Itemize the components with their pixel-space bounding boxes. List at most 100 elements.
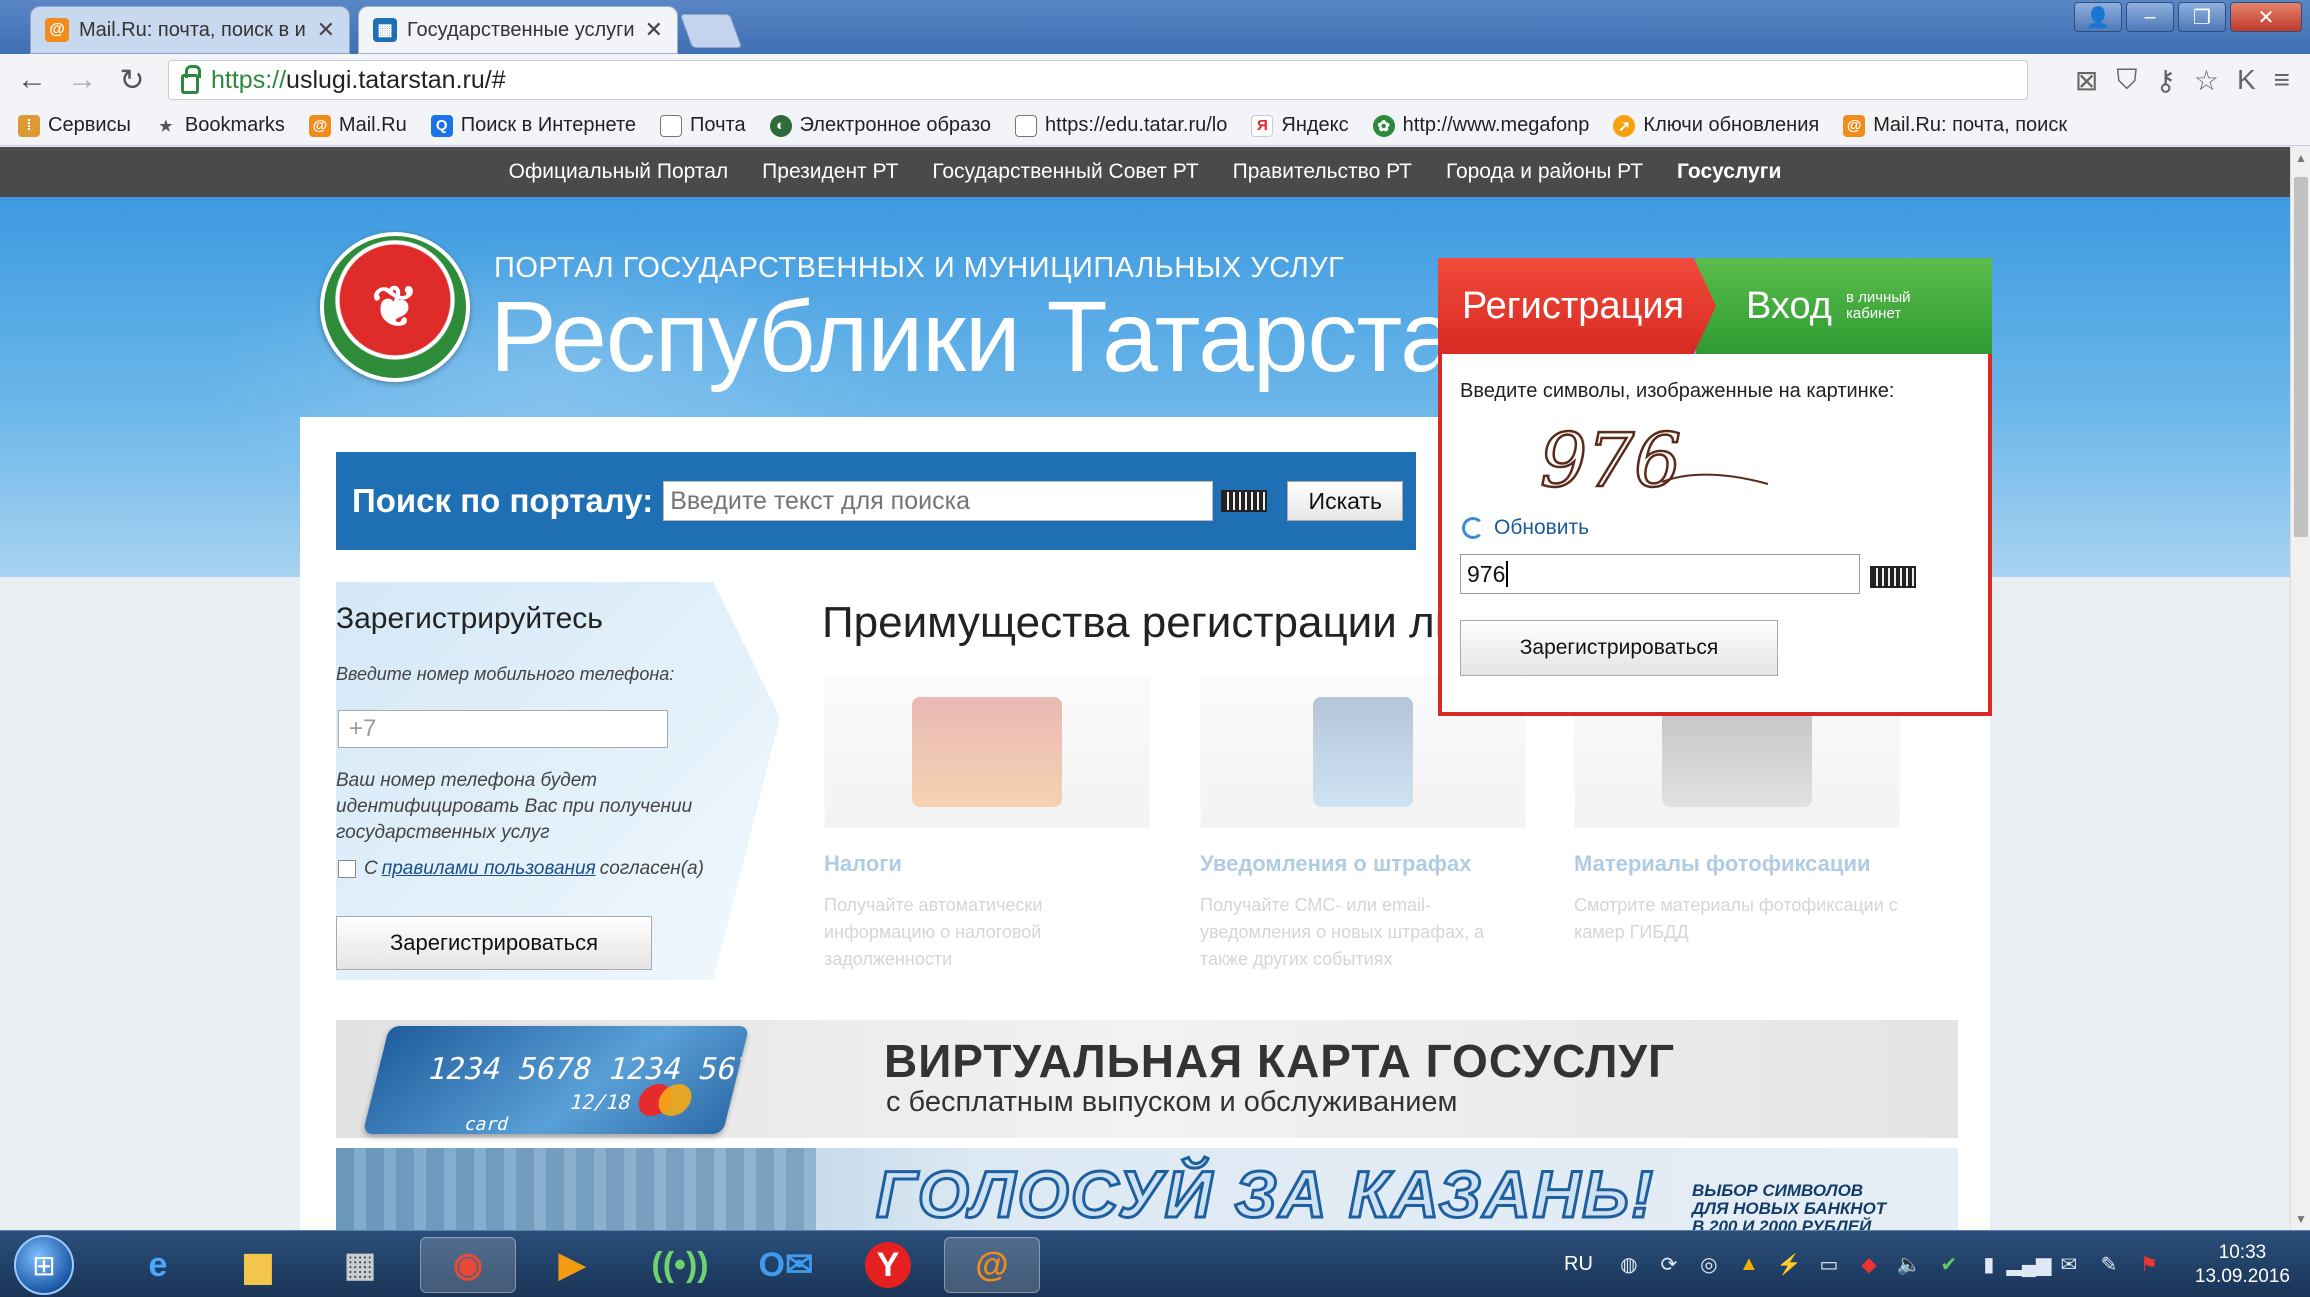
virtual-card-banner[interactable]: 1234 5678 1234 5678 12/18 card ВИРТУАЛЬН… xyxy=(336,1020,1958,1138)
bookmark-mail[interactable]: Почта xyxy=(660,114,746,137)
terms-agreement: С правилами пользования согласен(а) xyxy=(338,858,704,880)
signal-icon[interactable]: ▂▄▆ xyxy=(2006,1253,2051,1277)
terms-checkbox[interactable] xyxy=(338,860,356,878)
ie-icon[interactable]: e xyxy=(110,1237,206,1293)
language-indicator[interactable]: RU xyxy=(1564,1253,1593,1276)
bookmark-search[interactable]: Q Поиск в Интернете xyxy=(430,114,636,137)
scroll-thumb[interactable] xyxy=(2294,177,2308,537)
network-tray-icon[interactable]: ◍ xyxy=(1617,1253,1641,1277)
address-toolbar: ← → ↻ https://uslugi.tatarstan.ru/# ⊠ ⛉ … xyxy=(0,54,2310,106)
page-scrollbar[interactable]: ▲ ▼ xyxy=(2290,147,2310,1230)
register-panel: Зарегистрируйтесь Введите номер мобильно… xyxy=(336,582,780,980)
browser-tray-icon[interactable]: ◎ xyxy=(1697,1253,1721,1277)
virtual-keyboard-icon[interactable] xyxy=(1221,490,1268,512)
window-close-button[interactable]: ✕ xyxy=(2230,2,2302,32)
forward-icon[interactable]: → xyxy=(64,62,100,98)
auth-tabs: Вход в личный кабинет Регистрация xyxy=(1438,258,1992,354)
phone-input[interactable]: +7 xyxy=(338,710,668,748)
nav-government[interactable]: Правительство РТ xyxy=(1233,160,1412,184)
yandex-browser-icon[interactable]: Y xyxy=(840,1237,936,1293)
security-icon[interactable]: ◆ xyxy=(1857,1253,1881,1277)
benefit-photo[interactable]: Материалы фотофиксации Смотрите материал… xyxy=(1574,676,1900,946)
monitor-icon[interactable]: ▭ xyxy=(1817,1253,1841,1277)
system-tray: RU ◍ ⟳ ◎ ▲ ⚡ ▭ ◆ 🔈 ✔ ▮ ▂▄▆ ✉ ✎ ⚑ 10:33 1… xyxy=(1564,1231,2290,1297)
reload-icon[interactable]: ↻ xyxy=(114,62,150,98)
mailru-icon: @ xyxy=(1843,114,1866,137)
close-icon[interactable]: ✕ xyxy=(317,17,335,43)
nav-cities[interactable]: Города и районы РТ xyxy=(1446,160,1643,184)
star-icon[interactable]: ☆ xyxy=(2194,64,2219,97)
bookmark-edu-tatar[interactable]: https://edu.tatar.ru/lo xyxy=(1015,114,1227,137)
start-icon[interactable]: ⊞ xyxy=(14,1235,74,1295)
vote-kazan-banner[interactable]: ГОЛОСУЙ ЗА КАЗАНЬ! ВЫБОР СИМВОЛОВ ДЛЯ НО… xyxy=(336,1148,1958,1230)
nav-official-portal[interactable]: Официальный Портал xyxy=(509,160,729,184)
back-icon[interactable]: ← xyxy=(14,62,50,98)
minimize-button[interactable]: – xyxy=(2126,2,2174,32)
new-tab-button[interactable] xyxy=(679,14,743,48)
blocked-popup-icon[interactable]: ⊠ xyxy=(2075,64,2098,97)
calculator-icon[interactable]: ▦ xyxy=(312,1237,408,1293)
volume-icon[interactable]: 🔈 xyxy=(1896,1253,1921,1277)
scroll-down-icon[interactable]: ▼ xyxy=(2295,1212,2307,1226)
mail-tray-icon[interactable]: ✉ xyxy=(2057,1253,2081,1277)
menu-icon[interactable]: ≡ xyxy=(2274,64,2290,97)
search-button[interactable]: Искать xyxy=(1287,481,1404,521)
key-icon[interactable]: ⚷ xyxy=(2155,64,2176,97)
bookmark-yandex[interactable]: Я Яндекс xyxy=(1251,114,1349,137)
tab-login[interactable]: Вход в личный кабинет xyxy=(1696,258,1992,354)
maximize-button[interactable]: ❐ xyxy=(2178,2,2226,32)
bookmark-edu[interactable]: ◐ Электронное образо xyxy=(769,114,991,137)
bookmark-mailru-2[interactable]: @ Mail.Ru: почта, поиск xyxy=(1843,114,2067,137)
nav-gosuslugi[interactable]: Госуслуги xyxy=(1677,160,1781,184)
user-icon[interactable]: 👤 xyxy=(2074,2,2122,32)
scroll-up-icon[interactable]: ▲ xyxy=(2295,151,2307,165)
media-icon[interactable]: ▶ xyxy=(524,1237,620,1293)
sync-icon[interactable]: ⟳ xyxy=(1657,1253,1681,1277)
url-host: uslugi.tatarstan.ru/# xyxy=(286,65,506,94)
svg-text:976: 976 xyxy=(1540,418,1681,504)
benefit-fines[interactable]: Уведомления о штрафах Получайте СМС- или… xyxy=(1200,676,1526,973)
bookmark-keys[interactable]: ➚ Ключи обновления xyxy=(1613,114,1819,137)
tab-title: Mail.Ru: почта, поиск в и xyxy=(79,18,306,41)
chrome-icon[interactable]: ◉ xyxy=(420,1237,516,1293)
tab-register[interactable]: Регистрация xyxy=(1438,258,1716,354)
update-icon[interactable]: ✔ xyxy=(1937,1253,1961,1277)
captcha-input[interactable]: 976 xyxy=(1460,554,1860,594)
action-center-icon[interactable]: ⚑ xyxy=(2137,1253,2161,1277)
outlook-icon[interactable]: O✉ xyxy=(738,1237,834,1293)
pen-icon[interactable]: ✎ xyxy=(2097,1253,2121,1277)
search-input[interactable] xyxy=(663,481,1214,521)
card-word: card xyxy=(462,1114,511,1134)
shield-icon[interactable]: ⛉ xyxy=(2116,64,2137,97)
bookmark-bookmarks[interactable]: ★ Bookmarks xyxy=(155,114,285,137)
benefit-text: Смотрите материалы фотофиксации с камер … xyxy=(1574,895,1898,942)
virtual-keyboard-icon[interactable] xyxy=(1870,566,1916,588)
network-icon[interactable]: ((•)) xyxy=(632,1237,728,1293)
text-caret xyxy=(1506,561,1509,587)
terms-link[interactable]: правилами пользования xyxy=(382,858,596,880)
tab-mailru[interactable]: @ Mail.Ru: почта, поиск в и ✕ xyxy=(30,6,350,54)
mail-agent-icon[interactable]: @ xyxy=(944,1237,1040,1293)
auth-popup: Вход в личный кабинет Регистрация Введит… xyxy=(1438,258,1992,716)
nav-state-council[interactable]: Государственный Совет РТ xyxy=(932,160,1198,184)
warning-icon[interactable]: ▲ xyxy=(1737,1253,1761,1277)
clock[interactable]: 10:33 13.09.2016 xyxy=(2195,1241,2290,1289)
captcha-refresh[interactable]: Обновить xyxy=(1462,516,1589,540)
register-button[interactable]: Зарегистрироваться xyxy=(336,916,652,970)
url-input[interactable]: https://uslugi.tatarstan.ru/# xyxy=(168,60,2028,100)
banner-subtitle: с бесплатным выпуском и обслуживанием xyxy=(886,1086,1458,1118)
tatarstan-emblem-icon[interactable]: ❦ xyxy=(320,232,470,382)
power-icon[interactable]: ▮ xyxy=(1977,1253,2001,1277)
bookmark-mailru[interactable]: @ Mail.Ru xyxy=(308,114,407,137)
tab-gosuslugi[interactable]: ▦ Государственные услуги ✕ xyxy=(358,6,678,54)
extension-k-icon[interactable]: K xyxy=(2237,64,2256,97)
usb-icon[interactable]: ⚡ xyxy=(1776,1253,1801,1277)
benefit-taxes[interactable]: Налоги Получайте автоматически информаци… xyxy=(824,676,1150,973)
submit-register-button[interactable]: Зарегистрироваться xyxy=(1460,620,1778,676)
bookmark-megafon[interactable]: ✿ http://www.megafonp xyxy=(1372,114,1589,137)
bookmark-services[interactable]: ⁞ Сервисы xyxy=(18,114,131,137)
clock-date: 13.09.2016 xyxy=(2194,1265,2290,1287)
explorer-icon[interactable]: ▆ xyxy=(210,1237,306,1293)
close-icon[interactable]: ✕ xyxy=(645,17,663,43)
nav-president[interactable]: Президент РТ xyxy=(762,160,898,184)
